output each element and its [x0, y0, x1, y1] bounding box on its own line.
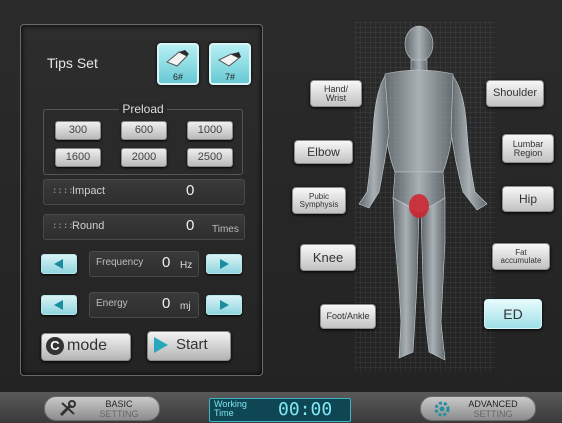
arrow-left-icon — [54, 300, 63, 310]
wrench-screwdriver-icon — [59, 400, 76, 417]
frequency-label: Frequency — [96, 257, 144, 268]
grip-icon: :::: — [52, 186, 74, 196]
frequency-field: Frequency 0 Hz — [89, 251, 199, 277]
frequency-increase-button[interactable] — [206, 254, 242, 274]
gear-icon — [434, 401, 450, 417]
tip-7-button[interactable]: 7# — [209, 43, 251, 85]
working-time-display: Working Time 00:00 — [209, 398, 351, 422]
preload-group: Preload 300 600 1000 1600 2000 2500 — [43, 102, 243, 175]
tips-set-label: Tips Set — [47, 55, 98, 71]
play-icon — [154, 337, 168, 353]
body-figure-icon — [355, 22, 495, 372]
mode-label: mode — [67, 337, 108, 354]
impact-label: Impact — [72, 185, 106, 197]
target-area-marker — [409, 194, 429, 218]
lumbar-line2: Region — [513, 147, 543, 158]
impact-value: 0 — [186, 182, 195, 199]
preload-1000-button[interactable]: 1000 — [187, 121, 233, 140]
round-value: 0 — [186, 217, 195, 234]
frequency-value: 0 — [162, 254, 171, 271]
region-elbow-button[interactable]: Elbow — [294, 140, 353, 164]
region-shoulder-button[interactable]: Shoulder — [486, 80, 544, 107]
basic-setting-line1: BASIC — [105, 399, 133, 409]
energy-unit: mj — [180, 301, 191, 312]
start-button[interactable]: Start — [147, 331, 231, 361]
arrow-left-icon — [54, 259, 63, 269]
energy-decrease-button[interactable] — [41, 295, 77, 315]
arrow-right-icon — [220, 300, 229, 310]
advanced-setting-line1: ADVANCED — [468, 399, 518, 409]
energy-value: 0 — [162, 295, 171, 312]
region-foot-ankle-button[interactable]: Foot/Ankle — [320, 304, 376, 329]
preload-300-button[interactable]: 300 — [55, 121, 101, 140]
basic-setting-line2: SETTING — [99, 409, 139, 419]
arrow-right-icon — [220, 259, 229, 269]
preload-600-button[interactable]: 600 — [121, 121, 167, 140]
preload-2500-button[interactable]: 2500 — [187, 148, 233, 167]
frequency-unit: Hz — [180, 260, 193, 271]
tip-6-button[interactable]: 6# — [157, 43, 199, 85]
pubic-line2: Symphysis — [299, 199, 339, 209]
advanced-setting-line2: SETTING — [473, 409, 513, 419]
working-time-label-line2: Time — [214, 408, 234, 418]
energy-increase-button[interactable] — [206, 295, 242, 315]
energy-field: Energy 0 mj — [89, 292, 199, 318]
region-hip-button[interactable]: Hip — [502, 186, 554, 212]
round-label: Round — [72, 220, 105, 232]
preload-2000-button[interactable]: 2000 — [121, 148, 167, 167]
mode-c-icon: C — [46, 337, 64, 355]
mode-button[interactable]: C mode — [41, 333, 131, 361]
working-time-value: 00:00 — [278, 399, 333, 420]
region-lumbar-button[interactable]: Lumbar Region — [502, 134, 554, 163]
region-knee-button[interactable]: Knee — [300, 244, 356, 271]
start-label: Start — [176, 336, 208, 353]
fat-line2: accumulate — [500, 255, 542, 265]
preload-label: Preload — [119, 102, 167, 116]
round-readout: :::: Round 0 Times — [43, 214, 245, 240]
screen: Tips Set 6# 7# Preload 300 600 1000 1600… — [0, 0, 562, 423]
region-fat-accumulate-button[interactable]: Fat accumulate — [492, 243, 550, 270]
hand-wrist-line2: Wrist — [325, 92, 347, 103]
basic-setting-button[interactable]: BASIC SETTING — [44, 396, 160, 421]
frequency-decrease-button[interactable] — [41, 254, 77, 274]
region-ed-button[interactable]: ED — [484, 299, 542, 329]
tip-6-label: 6# — [172, 72, 183, 82]
impact-readout: :::: Impact 0 — [43, 179, 245, 205]
grip-icon: :::: — [52, 221, 74, 231]
applicator-tip-icon — [166, 50, 189, 67]
preload-1600-button[interactable]: 1600 — [55, 148, 101, 167]
region-pubic-symphysis-button[interactable]: Pubic Symphysis — [292, 187, 346, 214]
control-panel: Tips Set 6# 7# Preload 300 600 1000 1600… — [20, 24, 263, 376]
region-hand-wrist-button[interactable]: Hand/Wrist — [310, 80, 362, 107]
round-unit: Times — [212, 224, 239, 235]
advanced-setting-button[interactable]: ADVANCED SETTING — [420, 396, 536, 421]
applicator-tip-icon — [217, 52, 241, 67]
energy-label: Energy — [96, 298, 128, 309]
tip-7-label: 7# — [224, 72, 235, 82]
